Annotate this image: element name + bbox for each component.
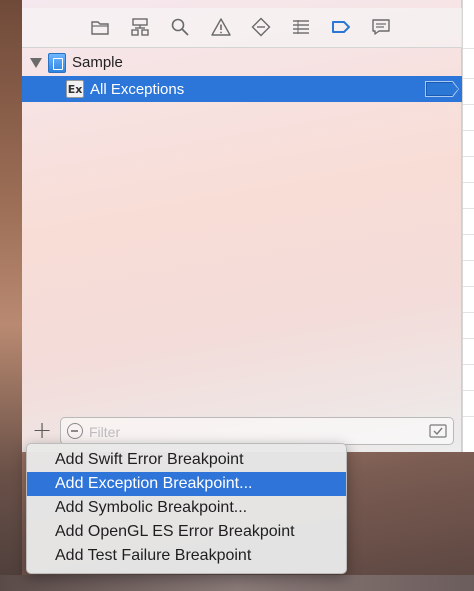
filter-icon	[67, 423, 83, 439]
breakpoint-navigator: Sample Ex All Exceptions +	[22, 0, 462, 452]
filter-options-icon[interactable]	[429, 423, 447, 439]
test-diamond-icon[interactable]	[250, 16, 272, 38]
hierarchy-icon[interactable]	[129, 16, 151, 38]
menu-item-add-test-failure-breakpoint[interactable]: Add Test Failure Breakpoint	[27, 544, 346, 568]
folder-icon[interactable]	[89, 16, 111, 38]
report-bubble-icon[interactable]	[370, 16, 392, 38]
project-icon	[48, 53, 66, 73]
disclosure-triangle-icon[interactable]	[30, 58, 42, 68]
breakpoint-icon[interactable]	[330, 16, 352, 38]
breakpoint-enabled-toggle[interactable]	[426, 82, 458, 96]
filter-field[interactable]	[60, 417, 454, 445]
breakpoint-row-all-exceptions[interactable]: Ex All Exceptions	[22, 76, 462, 102]
filter-input[interactable]	[89, 422, 409, 442]
menu-item-add-exception-breakpoint[interactable]: Add Exception Breakpoint...	[27, 472, 346, 496]
menu-item-add-symbolic-breakpoint[interactable]: Add Symbolic Breakpoint...	[27, 496, 346, 520]
editor-edge	[462, 0, 474, 452]
breakpoint-label: All Exceptions	[90, 81, 185, 98]
warning-icon[interactable]	[210, 16, 232, 38]
menu-item-add-opengl-es-error-breakpoint[interactable]: Add OpenGL ES Error Breakpoint	[27, 520, 346, 544]
navigator-toolbar	[22, 8, 462, 48]
add-breakpoint-button[interactable]: +	[32, 418, 52, 442]
exception-breakpoint-icon: Ex	[66, 80, 84, 98]
search-icon[interactable]	[169, 16, 191, 38]
project-name: Sample	[72, 54, 123, 71]
add-breakpoint-menu: Add Swift Error Breakpoint Add Exception…	[26, 443, 347, 574]
desktop-background	[0, 0, 22, 591]
project-row[interactable]: Sample	[22, 50, 462, 76]
desktop-background-bottom	[0, 575, 474, 591]
debug-list-icon[interactable]	[290, 16, 312, 38]
menu-item-add-swift-error-breakpoint[interactable]: Add Swift Error Breakpoint	[27, 448, 346, 472]
